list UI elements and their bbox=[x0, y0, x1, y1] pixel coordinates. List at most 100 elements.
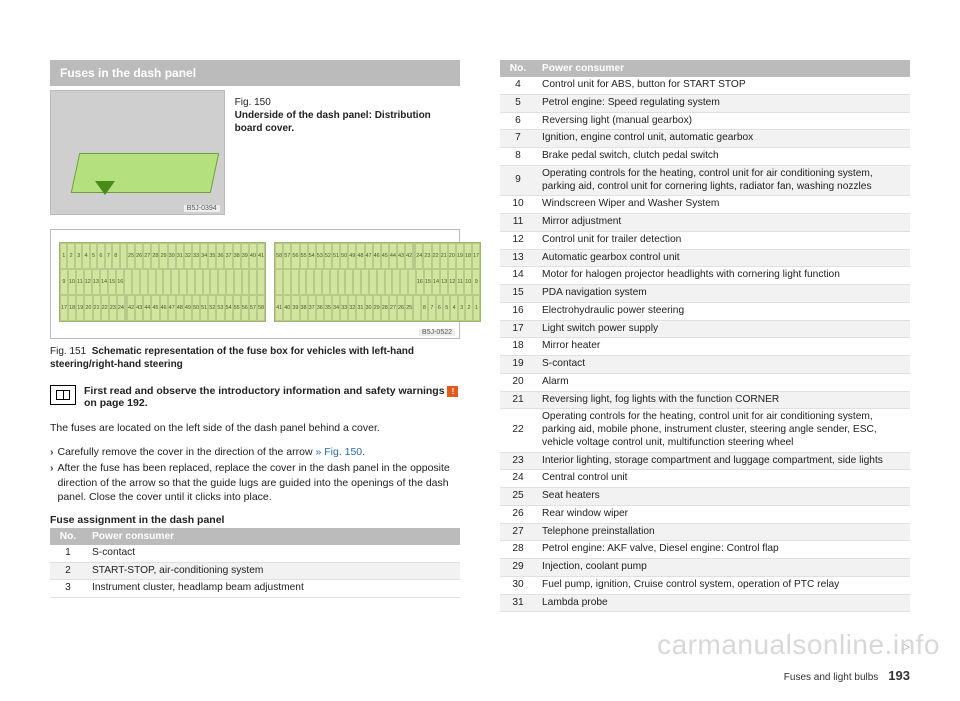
table-row: 2START-STOP, air-conditioning system bbox=[50, 562, 460, 580]
cell-no: 10 bbox=[500, 196, 536, 214]
table-row: 3Instrument cluster, headlamp beam adjus… bbox=[50, 580, 460, 598]
intro-note: First read and observe the introductory … bbox=[50, 385, 460, 409]
fuse-slot: 46 bbox=[160, 295, 168, 321]
fuse-slot: 30 bbox=[168, 243, 176, 269]
fig-151-ref: B5J-0522 bbox=[419, 329, 455, 336]
table-row: 5Petrol engine: Speed regulating system bbox=[500, 94, 910, 112]
fuse-slot: 34 bbox=[332, 295, 340, 321]
fuse-slot: 48 bbox=[176, 295, 184, 321]
table-row: 22Operating controls for the heating, co… bbox=[500, 409, 910, 452]
fuse-slot: 28 bbox=[381, 295, 389, 321]
fuse-slot: 35 bbox=[324, 295, 332, 321]
cell-no: 28 bbox=[500, 541, 536, 559]
fuse-slot: 7 bbox=[105, 243, 112, 269]
fig-151-text: Schematic representation of the fuse box… bbox=[50, 346, 414, 370]
fuse-slot: 56 bbox=[291, 243, 299, 269]
fuse-slot bbox=[283, 269, 291, 295]
fuse-slot bbox=[413, 295, 420, 321]
fuse-slot bbox=[314, 269, 322, 295]
fuse-slot: 33 bbox=[340, 295, 348, 321]
fuse-slot: 27 bbox=[143, 243, 151, 269]
fuse-slot: 42 bbox=[405, 243, 413, 269]
cell-pc: Rear window wiper bbox=[536, 505, 910, 523]
fig-link[interactable]: » Fig. 150 bbox=[315, 446, 362, 458]
fuse-slot: 3 bbox=[458, 295, 465, 321]
fuse-slot: 56 bbox=[241, 295, 249, 321]
fuse-slot bbox=[179, 269, 187, 295]
cell-no: 24 bbox=[500, 470, 536, 488]
fuse-slot: 57 bbox=[249, 295, 257, 321]
fuse-slot bbox=[249, 269, 257, 295]
table-row: 18Mirror heater bbox=[500, 338, 910, 356]
table-row: 20Alarm bbox=[500, 373, 910, 391]
fuse-slot: 20 bbox=[84, 295, 92, 321]
fuse-slot bbox=[120, 243, 127, 269]
fusebox-row: 910111213141516 bbox=[60, 269, 265, 295]
step-text: Carefully remove the cover in the direct… bbox=[58, 445, 366, 459]
fuse-slot: 45 bbox=[381, 243, 389, 269]
fuse-slot: 52 bbox=[208, 295, 216, 321]
table-row: 4Control unit for ABS, button for START … bbox=[500, 77, 910, 94]
cell-pc: Ignition, engine control unit, automatic… bbox=[536, 130, 910, 148]
fuse-slot bbox=[210, 269, 218, 295]
fuse-slot: 32 bbox=[184, 243, 192, 269]
fuse-slot: 5 bbox=[90, 243, 97, 269]
cell-pc: PDA navigation system bbox=[536, 285, 910, 303]
cell-pc: Operating controls for the heating, cont… bbox=[536, 409, 910, 452]
cell-no: 22 bbox=[500, 409, 536, 452]
fuse-slot: 15 bbox=[424, 269, 432, 295]
fuse-slot: 14 bbox=[100, 269, 108, 295]
fuse-slot: 31 bbox=[176, 243, 184, 269]
fuse-slot: 36 bbox=[316, 295, 324, 321]
fuse-slot: 51 bbox=[332, 243, 340, 269]
fuse-slot: 11 bbox=[456, 269, 464, 295]
table-row: 31Lambda probe bbox=[500, 594, 910, 612]
table-row: 19S-contact bbox=[500, 356, 910, 374]
fuse-slot: 58 bbox=[257, 295, 265, 321]
fuse-slot bbox=[369, 269, 377, 295]
cell-no: 16 bbox=[500, 302, 536, 320]
fuse-slot: 47 bbox=[168, 295, 176, 321]
arrow-icon bbox=[95, 181, 115, 195]
fuse-slot: 7 bbox=[428, 295, 435, 321]
cell-pc: Petrol engine: AKF valve, Diesel engine:… bbox=[536, 541, 910, 559]
fuse-slot: 35 bbox=[208, 243, 216, 269]
fuse-slot bbox=[226, 269, 234, 295]
chevron-icon: › bbox=[50, 445, 54, 459]
cell-pc: Control unit for ABS, button for START S… bbox=[536, 77, 910, 94]
cell-no: 21 bbox=[500, 391, 536, 409]
page: Fuses in the dash panel B5J-0394 Fig. 15… bbox=[0, 0, 960, 701]
cell-pc: Petrol engine: Speed regulating system bbox=[536, 94, 910, 112]
table-row: 16Electrohydraulic power steering bbox=[500, 302, 910, 320]
fuse-slot: 38 bbox=[300, 295, 308, 321]
fusebox-row: 1718192021222324424344454647484950515253… bbox=[60, 295, 265, 321]
fuse-slot: 36 bbox=[216, 243, 224, 269]
cell-pc: Instrument cluster, headlamp beam adjust… bbox=[86, 580, 460, 598]
fuse-slot: 8 bbox=[421, 295, 428, 321]
fuse-slot: 39 bbox=[241, 243, 249, 269]
fuse-slot: 54 bbox=[308, 243, 316, 269]
steps-list: › Carefully remove the cover in the direc… bbox=[50, 445, 460, 504]
fuse-slot: 40 bbox=[283, 295, 291, 321]
fuse-slot bbox=[124, 269, 132, 295]
fig-150-ref: B5J-0394 bbox=[184, 205, 220, 212]
table-row: 6Reversing light (manual gearbox) bbox=[500, 112, 910, 130]
fuse-slot: 12 bbox=[84, 269, 92, 295]
table-row: 8Brake pedal switch, clutch pedal switch bbox=[500, 148, 910, 166]
cell-no: 7 bbox=[500, 130, 536, 148]
fuse-slot bbox=[187, 269, 195, 295]
cell-pc: Control unit for trailer detection bbox=[536, 231, 910, 249]
cell-pc: Brake pedal switch, clutch pedal switch bbox=[536, 148, 910, 166]
table-row: 30Fuel pump, ignition, Cruise control sy… bbox=[500, 576, 910, 594]
cell-no: 25 bbox=[500, 488, 536, 506]
cell-no: 29 bbox=[500, 559, 536, 577]
fuse-slot: 42 bbox=[127, 295, 135, 321]
col-header-pc: Power consumer bbox=[536, 60, 910, 77]
fuse-slot: 58 bbox=[275, 243, 283, 269]
fuse-slot: 12 bbox=[448, 269, 456, 295]
step-item: ›After the fuse has been replaced, repla… bbox=[50, 461, 460, 504]
fuse-slot bbox=[322, 269, 330, 295]
cell-no: 6 bbox=[500, 112, 536, 130]
fuse-slot: 44 bbox=[389, 243, 397, 269]
fuse-slot bbox=[148, 269, 156, 295]
